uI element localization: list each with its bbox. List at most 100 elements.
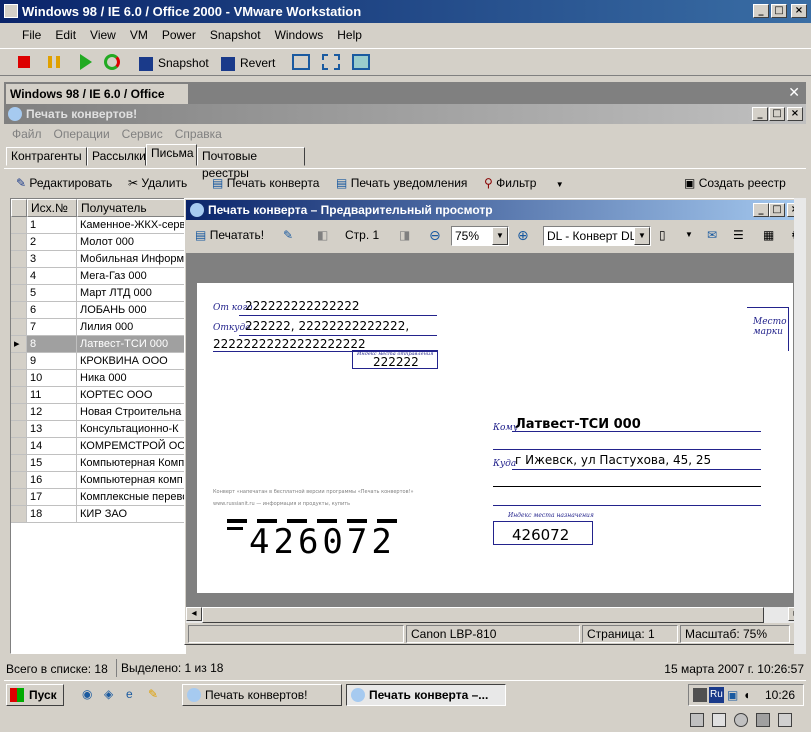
- menu-vm[interactable]: VM: [123, 24, 155, 46]
- grid-icon[interactable]: ▦: [763, 223, 774, 247]
- orientation-icon[interactable]: ▯: [659, 223, 666, 247]
- print-now-button[interactable]: ▤ Печатать!: [195, 223, 264, 247]
- minimize-button[interactable]: _: [753, 4, 769, 18]
- app-close-button[interactable]: ×: [787, 107, 803, 121]
- zoom-select[interactable]: 75% ▼: [451, 226, 509, 246]
- orientation-chevron-icon[interactable]: ▼: [685, 223, 693, 247]
- prev-page-icon[interactable]: ◧: [317, 223, 328, 247]
- print-notice-button[interactable]: ▤ Печать уведомления: [336, 174, 467, 192]
- menu-snapshot[interactable]: Snapshot: [203, 24, 268, 46]
- table-row[interactable]: 11 КОРТЕС ООО: [11, 387, 185, 404]
- fullscreen-icon[interactable]: [322, 54, 340, 70]
- table-row[interactable]: 18 КИР ЗАО: [11, 506, 185, 523]
- tray-app-icon[interactable]: [693, 688, 707, 702]
- table-row[interactable]: 5 Март ЛТД 000: [11, 285, 185, 302]
- quicklaunch-ie-icon[interactable]: ◉: [82, 687, 92, 701]
- horizontal-scrollbar[interactable]: ◂ ▸: [186, 607, 804, 623]
- table-row[interactable]: 3 Мобильная Информа: [11, 251, 185, 268]
- quicklaunch-desktop-icon[interactable]: e: [126, 687, 133, 701]
- letters-grid: Исх.№ Получатель 1 Каменное-ЖКХ-серв 2 Моло…: [10, 198, 186, 654]
- dialog-maximize-button[interactable]: □: [769, 203, 785, 217]
- reset-icon[interactable]: [104, 54, 120, 70]
- table-row[interactable]: 9 КРОКВИНА ООО: [11, 353, 185, 370]
- sidebar-icon[interactable]: [292, 54, 310, 70]
- revert-button[interactable]: Revert: [221, 53, 275, 73]
- scroll-thumb[interactable]: [202, 607, 764, 623]
- task-print-envelopes[interactable]: Печать конвертов!: [182, 684, 342, 706]
- envelope-icon[interactable]: ✉: [707, 223, 717, 247]
- quickswitch-icon[interactable]: [352, 54, 370, 70]
- dialog-minimize-button[interactable]: _: [753, 203, 769, 217]
- zoom-out-icon[interactable]: ⊖: [429, 223, 441, 247]
- table-row[interactable]: 4 Мега-Газ 000: [11, 268, 185, 285]
- app-minimize-button[interactable]: _: [752, 107, 768, 121]
- menu-power[interactable]: Power: [155, 24, 203, 46]
- table-row[interactable]: 16 Компьютерная комп: [11, 472, 185, 489]
- vm-tabstrip: Windows 98 / IE 6.0 / Office 2000 ✕: [4, 82, 806, 121]
- snapshot-button[interactable]: Snapshot: [139, 53, 209, 73]
- col-recipient-header[interactable]: Получатель: [77, 199, 185, 217]
- quicklaunch-outlook-icon[interactable]: ◈: [104, 687, 113, 701]
- filter-button[interactable]: ⚲ Фильтр ▼: [484, 174, 564, 192]
- table-row[interactable]: ▸ 8 Латвест-ТСИ 000: [11, 336, 185, 353]
- maximize-button[interactable]: □: [771, 4, 787, 18]
- network-icon[interactable]: ▣: [727, 688, 738, 702]
- edit-button[interactable]: ✎ Редактировать: [16, 174, 112, 192]
- main-vertical-scrollbar[interactable]: [794, 198, 806, 654]
- language-indicator[interactable]: Ru: [709, 687, 724, 703]
- start-button[interactable]: Пуск: [6, 684, 64, 706]
- sound-device-icon[interactable]: [778, 713, 792, 727]
- print-envelope-button[interactable]: ▤ Печать конверта: [212, 174, 319, 192]
- table-row[interactable]: 12 Новая Строительна: [11, 404, 185, 421]
- app-icon: [8, 107, 22, 121]
- quicklaunch-channels-icon[interactable]: ✎: [148, 687, 158, 701]
- app-restore-button[interactable]: □: [769, 107, 785, 121]
- app-menu-help[interactable]: Справка: [171, 125, 226, 143]
- cdrom-icon[interactable]: [734, 713, 748, 727]
- vm-tab[interactable]: Windows 98 / IE 6.0 / Office 2000: [6, 84, 188, 121]
- table-row[interactable]: 1 Каменное-ЖКХ-серв: [11, 217, 185, 234]
- pause-icon[interactable]: [48, 56, 60, 68]
- table-row[interactable]: 2 Молот 000: [11, 234, 185, 251]
- tab-registers[interactable]: Почтовые реестры: [197, 147, 305, 180]
- table-row[interactable]: 10 Ника 000: [11, 370, 185, 387]
- zoom-in-icon[interactable]: ⊕: [517, 223, 529, 247]
- menu-view[interactable]: View: [83, 24, 123, 46]
- menu-file[interactable]: File: [15, 24, 48, 46]
- app-menu-file[interactable]: Файл: [8, 125, 46, 143]
- delete-button[interactable]: ✂ Удалить: [128, 174, 187, 192]
- floppy-drive-icon[interactable]: [712, 713, 726, 727]
- cell-num: 14: [27, 438, 77, 455]
- zoom-dropdown-icon[interactable]: ▼: [492, 227, 508, 245]
- tab-mailings[interactable]: Рассылки: [87, 147, 146, 166]
- play-icon[interactable]: [80, 54, 92, 70]
- table-row[interactable]: 6 ЛОБАНЬ 000: [11, 302, 185, 319]
- next-page-icon[interactable]: ◨: [399, 223, 410, 247]
- close-button[interactable]: ×: [791, 4, 807, 18]
- hdd-icon[interactable]: [690, 713, 704, 727]
- table-row[interactable]: 7 Лилия 000: [11, 319, 185, 336]
- table-row[interactable]: 13 Консультационно-К: [11, 421, 185, 438]
- menu-help[interactable]: Help: [330, 24, 369, 46]
- menu-edit[interactable]: Edit: [48, 24, 83, 46]
- table-row[interactable]: 14 КОМРЕМСТРОЙ ООО: [11, 438, 185, 455]
- close-tab-icon[interactable]: ✕: [788, 84, 800, 101]
- network-adapter-icon[interactable]: [756, 713, 770, 727]
- tab-letters[interactable]: Письма: [146, 144, 197, 166]
- stop-icon[interactable]: [18, 56, 30, 68]
- menu-windows[interactable]: Windows: [268, 24, 331, 46]
- task-print-preview[interactable]: Печать конверта –...: [346, 684, 506, 706]
- create-register-button[interactable]: ▣ Создать реестр: [684, 174, 786, 192]
- col-num-header[interactable]: Исх.№: [27, 199, 77, 217]
- format-select[interactable]: DL - Конверт DL ▼: [543, 226, 651, 246]
- app-menu-ops[interactable]: Операции: [50, 125, 114, 143]
- table-row[interactable]: 15 Компьютерная Комп: [11, 455, 185, 472]
- scroll-left-icon[interactable]: ◂: [186, 607, 202, 621]
- app-menu-service[interactable]: Сервис: [118, 125, 167, 143]
- format-dropdown-icon[interactable]: ▼: [634, 227, 650, 245]
- tab-contractors[interactable]: Контрагенты: [6, 147, 87, 166]
- table-row[interactable]: 17 Комплексные перево: [11, 489, 185, 506]
- volume-icon[interactable]: ◖: [743, 688, 750, 702]
- print-setup-icon[interactable]: ✎: [283, 223, 293, 247]
- lines-icon[interactable]: ☰: [733, 223, 744, 247]
